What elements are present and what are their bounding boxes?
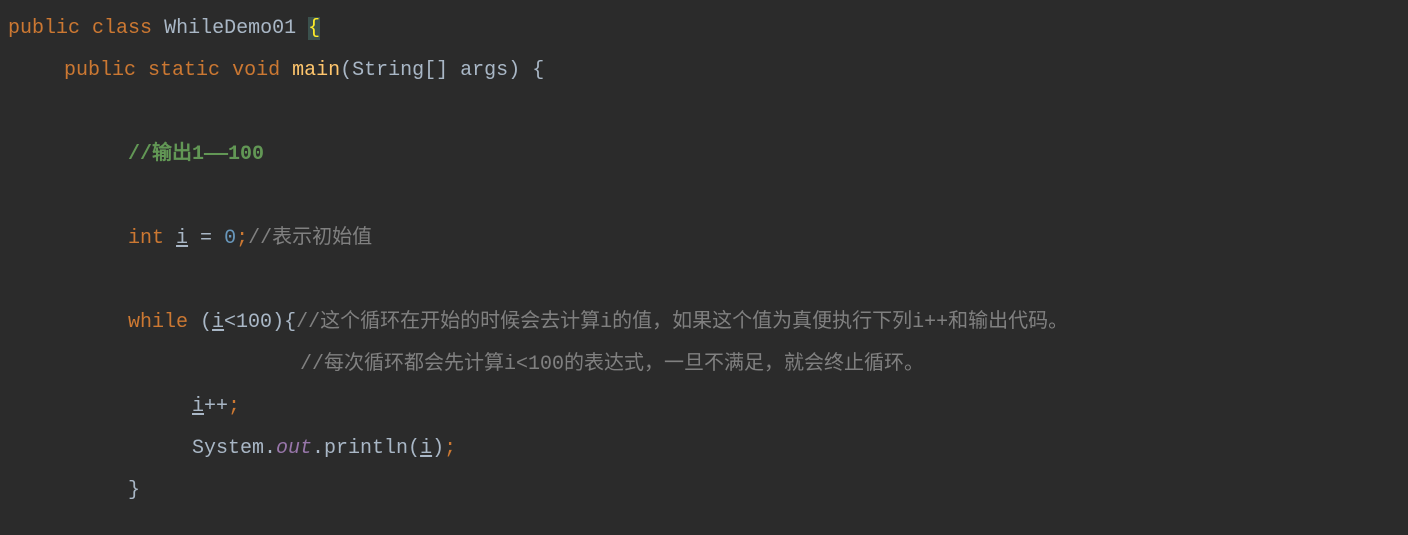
code-line[interactable]: int i = 0;//表示初始值 <box>0 218 1408 260</box>
variable-i: i <box>192 395 204 418</box>
println-method: .println( <box>312 437 420 460</box>
code-line[interactable]: public class WhileDemo01 { <box>0 8 1408 50</box>
param-name: args <box>460 59 508 82</box>
blank-line[interactable] <box>0 176 1408 218</box>
method-name: main <box>292 59 340 82</box>
keyword-void: void <box>232 59 280 82</box>
variable-i: i <box>176 227 188 250</box>
keyword-public: public <box>64 59 136 82</box>
code-editor[interactable]: public class WhileDemo01 { public static… <box>0 8 1408 512</box>
code-line[interactable]: while (i<100){//这个循环在开始的时候会去计算i的值，如果这个值为… <box>0 302 1408 344</box>
paren-close: ) <box>272 311 284 334</box>
brace-close: } <box>128 479 140 502</box>
out-field: out <box>276 437 312 460</box>
variable-i: i <box>212 311 224 334</box>
paren-open: ( <box>340 59 352 82</box>
param-type: String <box>352 59 424 82</box>
brace-open: { <box>532 59 544 82</box>
keyword-static: static <box>148 59 220 82</box>
blank-line[interactable] <box>0 92 1408 134</box>
semicolon: ; <box>444 437 456 460</box>
comment: //输出1——100 <box>128 143 264 166</box>
comment: //每次循环都会先计算i<100的表达式，一旦不满足，就会终止循环。 <box>300 353 924 376</box>
variable-i: i <box>420 437 432 460</box>
paren-close: ) <box>508 59 520 82</box>
brace-open-highlighted: { <box>308 17 320 40</box>
keyword-class: class <box>92 17 152 40</box>
code-line[interactable]: //输出1——100 <box>0 134 1408 176</box>
keyword-int: int <box>128 227 164 250</box>
condition: <100 <box>224 311 272 334</box>
code-line[interactable]: } <box>0 470 1408 512</box>
comment: //表示初始值 <box>248 227 372 250</box>
paren-close: ) <box>432 437 444 460</box>
comment: //这个循环在开始的时候会去计算i的值，如果这个值为真便执行下列i++和输出代码… <box>296 311 1068 334</box>
keyword-public: public <box>8 17 80 40</box>
system-class: System. <box>192 437 276 460</box>
operator-assign: = <box>188 227 224 250</box>
semicolon: ; <box>236 227 248 250</box>
operator-increment: ++ <box>204 395 228 418</box>
brackets: [] <box>424 59 448 82</box>
code-line[interactable]: public static void main(String[] args) { <box>0 50 1408 92</box>
class-name: WhileDemo01 <box>164 17 296 40</box>
brace-open: { <box>284 311 296 334</box>
code-line[interactable]: i++; <box>0 386 1408 428</box>
semicolon: ; <box>228 395 240 418</box>
code-line[interactable]: System.out.println(i); <box>0 428 1408 470</box>
number-literal: 0 <box>224 227 236 250</box>
blank-line[interactable] <box>0 260 1408 302</box>
code-line[interactable]: //每次循环都会先计算i<100的表达式，一旦不满足，就会终止循环。 <box>0 344 1408 386</box>
keyword-while: while <box>128 311 188 334</box>
paren-open: ( <box>188 311 212 334</box>
